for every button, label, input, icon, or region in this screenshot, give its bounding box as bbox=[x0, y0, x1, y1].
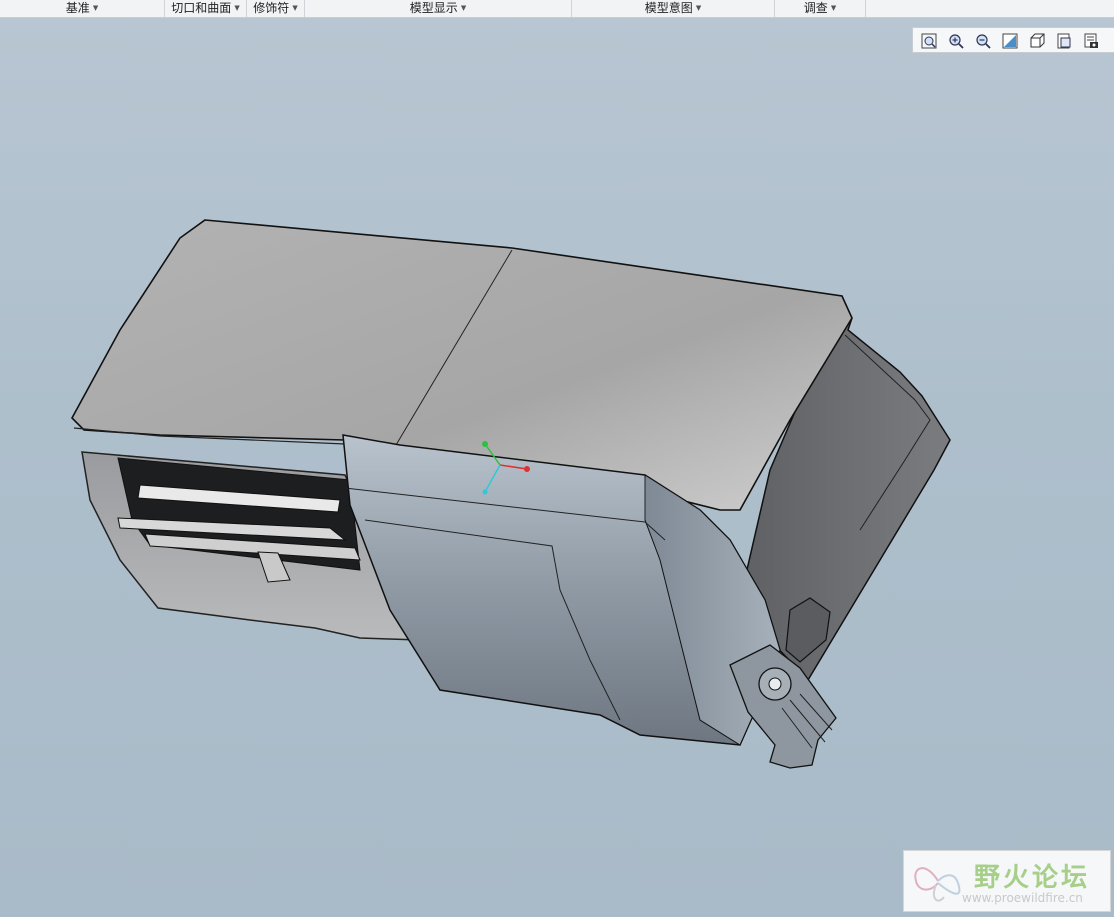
repaint-button[interactable] bbox=[999, 31, 1021, 51]
butterfly-logo-icon bbox=[914, 867, 961, 902]
zoom-refit-icon bbox=[921, 33, 937, 49]
display-style-icon bbox=[1030, 33, 1045, 48]
zoom-out-icon bbox=[976, 34, 991, 49]
view-manager-icon bbox=[1084, 33, 1098, 48]
saved-views-icon bbox=[1057, 33, 1071, 49]
forum-watermark: 野火论坛 www.proewildfire.cn bbox=[903, 850, 1111, 912]
repaint-icon bbox=[1002, 33, 1018, 49]
zoom-in-icon bbox=[949, 34, 964, 49]
axis-y-tip bbox=[482, 441, 488, 447]
model-hinge-bracket bbox=[729, 644, 837, 769]
watermark-title: 野火论坛 bbox=[974, 863, 1091, 893]
zoom-in-button[interactable] bbox=[945, 31, 967, 51]
axis-x-tip bbox=[524, 466, 530, 472]
display-style-button[interactable] bbox=[1026, 31, 1048, 51]
view-toolbar bbox=[912, 27, 1114, 53]
saved-views-button[interactable] bbox=[1053, 31, 1075, 51]
view-manager-button[interactable] bbox=[1080, 31, 1102, 51]
zoom-refit-button[interactable] bbox=[918, 31, 940, 51]
graphics-area[interactable] bbox=[0, 0, 1114, 917]
model-hinge-hole bbox=[768, 677, 782, 691]
watermark-url: www.proewildfire.cn bbox=[962, 891, 1083, 905]
axis-z-tip bbox=[482, 489, 488, 495]
zoom-out-button[interactable] bbox=[972, 31, 994, 51]
